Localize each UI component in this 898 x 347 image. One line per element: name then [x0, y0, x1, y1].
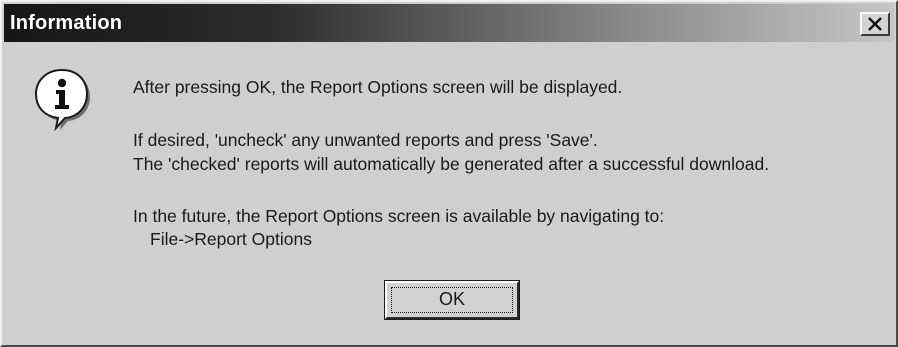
information-dialog: Information After pressing OK, the Repor…: [0, 0, 898, 347]
close-button[interactable]: [860, 12, 890, 36]
ok-button-label: OK: [438, 289, 465, 309]
message-line-3: The 'checked' reports will automatically…: [133, 154, 770, 174]
title-bar[interactable]: Information: [4, 4, 894, 42]
message-line-2: If desired, 'uncheck' any unwanted repor…: [133, 130, 598, 150]
message-line-4: In the future, the Report Options screen…: [133, 206, 665, 226]
message-line-5: File->Report Options: [150, 229, 312, 249]
info-icon: [34, 68, 92, 134]
close-icon: [868, 17, 882, 31]
ok-button[interactable]: OK: [384, 280, 520, 320]
dialog-title: Information: [10, 12, 123, 34]
message-line-1: After pressing OK, the Report Options sc…: [133, 77, 623, 97]
